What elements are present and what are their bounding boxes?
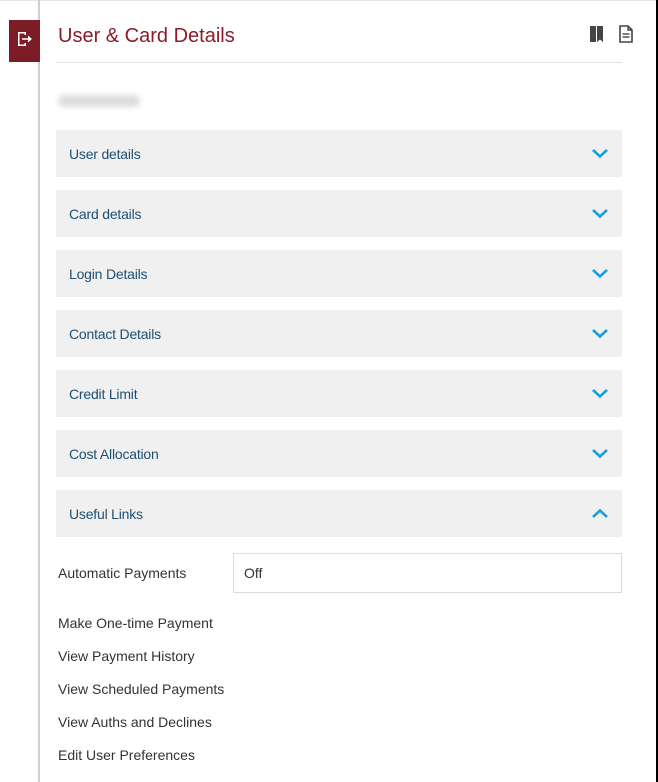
useful-links-list: Make One-time Payment View Payment Histo… xyxy=(58,614,224,779)
view-payment-history-link[interactable]: View Payment History xyxy=(58,647,224,680)
automatic-payments-label: Automatic Payments xyxy=(58,565,187,581)
chevron-up-icon xyxy=(590,507,610,521)
accordion-label: Card details xyxy=(69,205,142,222)
header-actions xyxy=(589,25,633,43)
accordion-label: User details xyxy=(69,145,141,162)
accordion-label: Login Details xyxy=(69,265,148,282)
frame-top-border xyxy=(0,0,658,1)
view-auths-and-declines-link[interactable]: View Auths and Declines xyxy=(58,713,224,746)
automatic-payments-field[interactable]: Off xyxy=(233,553,622,593)
header-divider xyxy=(56,62,622,63)
accordion-label: Contact Details xyxy=(69,325,161,342)
accordion-user-details[interactable]: User details xyxy=(56,130,622,177)
make-one-time-payment-link[interactable]: Make One-time Payment xyxy=(58,614,224,647)
chevron-down-icon xyxy=(590,387,610,401)
details-accordion: User details Card details Login Details … xyxy=(56,130,622,550)
automatic-payments-row: Automatic Payments Off xyxy=(58,553,622,593)
accordion-credit-limit[interactable]: Credit Limit xyxy=(56,370,622,417)
accordion-login-details[interactable]: Login Details xyxy=(56,250,622,297)
accordion-cost-allocation[interactable]: Cost Allocation xyxy=(56,430,622,477)
edit-user-preferences-link[interactable]: Edit User Preferences xyxy=(58,746,224,779)
accordion-card-details[interactable]: Card details xyxy=(56,190,622,237)
book-icon[interactable] xyxy=(589,25,605,43)
chevron-down-icon xyxy=(590,447,610,461)
accordion-useful-links[interactable]: Useful Links xyxy=(56,490,622,537)
accordion-label: Cost Allocation xyxy=(69,445,159,462)
accordion-contact-details[interactable]: Contact Details xyxy=(56,310,622,357)
chevron-down-icon xyxy=(590,147,610,161)
document-icon[interactable] xyxy=(619,25,633,43)
redacted-user-name xyxy=(58,95,140,107)
exit-icon xyxy=(16,30,34,53)
panel-left-border xyxy=(38,0,40,782)
accordion-label: Useful Links xyxy=(69,505,143,522)
chevron-down-icon xyxy=(590,207,610,221)
exit-button[interactable] xyxy=(9,20,40,62)
chevron-down-icon xyxy=(590,327,610,341)
page-title: User & Card Details xyxy=(58,25,235,47)
accordion-label: Credit Limit xyxy=(69,385,138,402)
chevron-down-icon xyxy=(590,267,610,281)
view-scheduled-payments-link[interactable]: View Scheduled Payments xyxy=(58,680,224,713)
